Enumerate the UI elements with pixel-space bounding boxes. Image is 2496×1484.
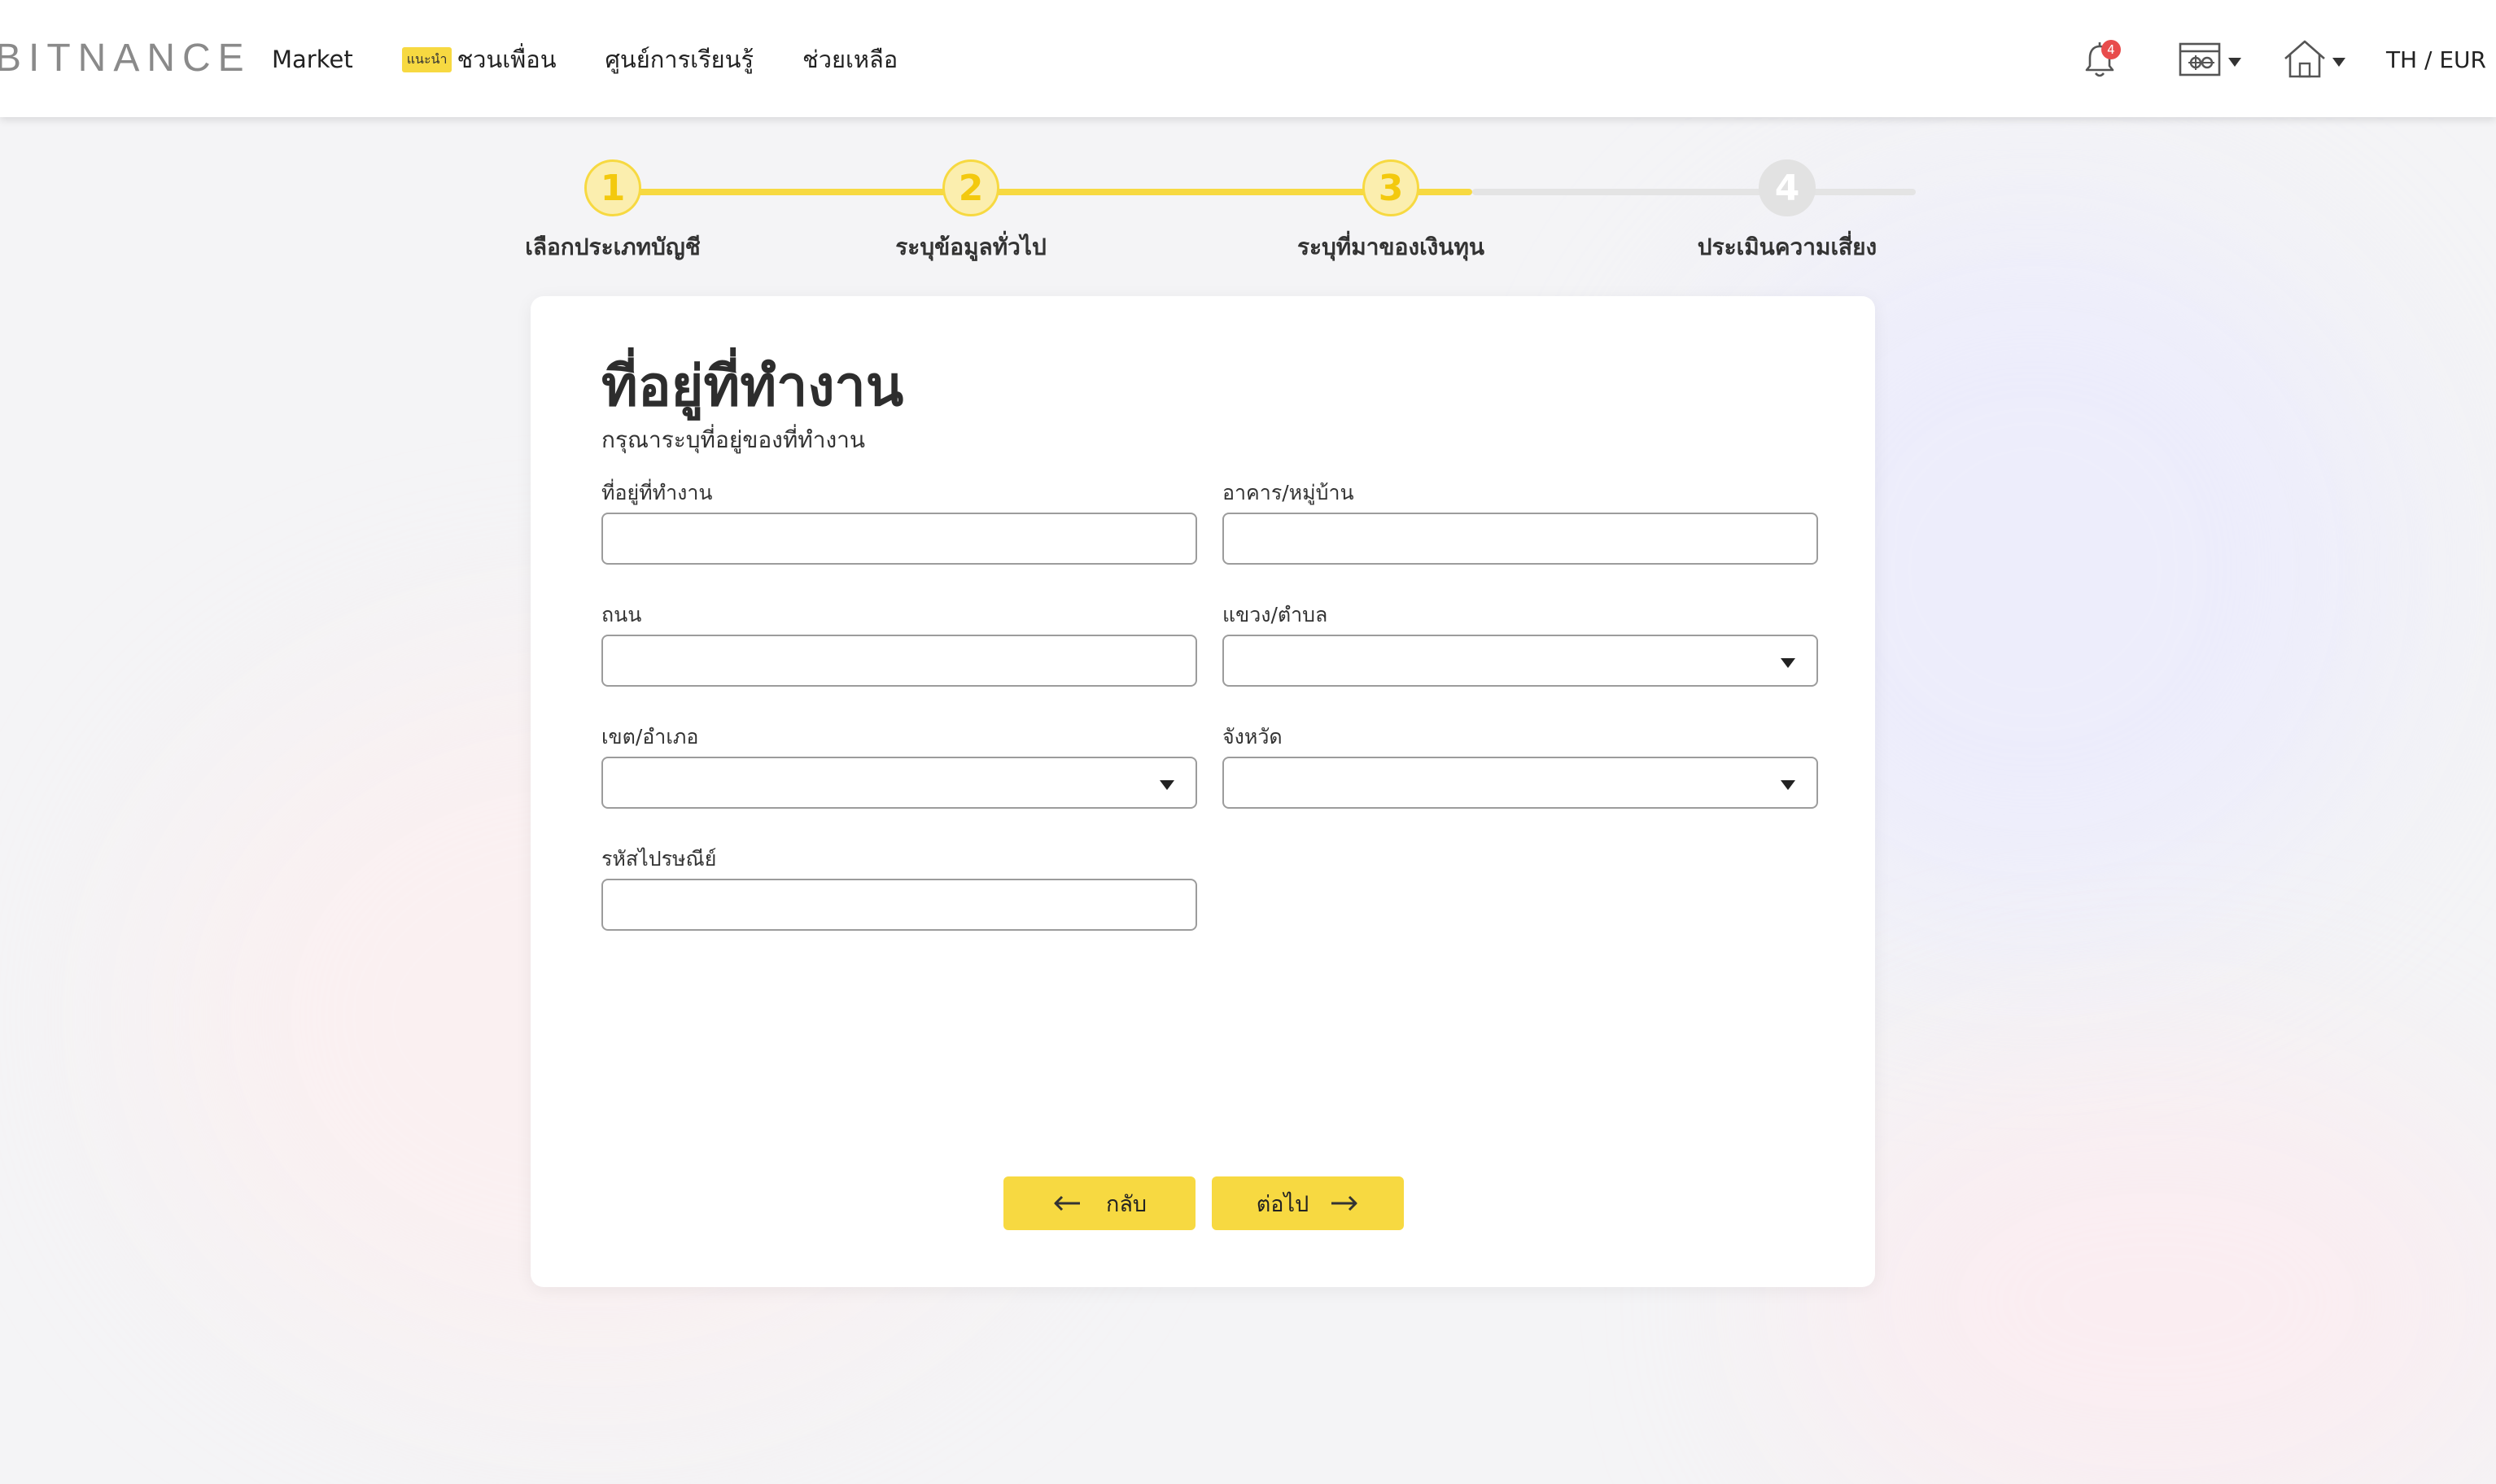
- field-label: เขต/อำเภอ: [601, 725, 699, 749]
- page-subtitle: กรุณาระบุที่อยู่ของที่ทำงาน: [601, 426, 866, 453]
- nav-item-label: Market: [272, 46, 353, 73]
- language-currency-switcher[interactable]: TH / EUR: [2386, 46, 2486, 73]
- nav-item-learning-center[interactable]: ศูนย์การเรียนรู้: [605, 41, 754, 78]
- province-select[interactable]: [1222, 757, 1818, 809]
- work-address-input[interactable]: [601, 513, 1197, 565]
- field-label: รหัสไปรษณีย์: [601, 847, 717, 871]
- nav-item-market[interactable]: Market: [272, 46, 353, 73]
- field-label: ที่อยู่ที่ทำงาน: [601, 481, 713, 504]
- back-button-label: กลับ: [1105, 1191, 1147, 1217]
- step-number: 3: [1362, 159, 1419, 216]
- wallet-menu-button[interactable]: [2178, 39, 2241, 80]
- step-number: 1: [584, 159, 641, 216]
- recommended-badge: แนะนำ: [401, 46, 452, 72]
- header-actions: 4 TH / EUR: [2075, 31, 2496, 88]
- next-button-label: ต่อไป: [1256, 1191, 1309, 1217]
- wallet-icon: [2179, 42, 2221, 76]
- next-button[interactable]: ต่อไป: [1212, 1176, 1404, 1230]
- road-field-group: ถนน: [601, 599, 1197, 687]
- page-title: ที่อยู่ที่ทำงาน: [601, 355, 904, 419]
- step-label: ระบุข้อมูลทั่วไป: [895, 234, 1047, 260]
- stepper-track-pending: [1472, 189, 1916, 195]
- nav-item-invite-friends[interactable]: แนะนำ ชวนเพื่อน: [401, 41, 557, 78]
- background-glow: [1790, 1058, 2496, 1484]
- top-navigation-bar: BITNANCE Market แนะนำ ชวนเพื่อน ศูนย์การ…: [0, 0, 2496, 117]
- main-nav: Market แนะนำ ชวนเพื่อน ศูนย์การเรียนรู้ …: [272, 41, 946, 78]
- work-address-field-group: ที่อยู่ที่ทำงาน: [601, 477, 1197, 565]
- back-button[interactable]: กลับ: [1003, 1176, 1196, 1230]
- step-2: 2 ระบุข้อมูลทั่วไป: [895, 159, 1047, 260]
- arrow-right-icon: [1331, 1195, 1357, 1211]
- subdistrict-field-group: แขวง/ตำบล: [1222, 599, 1818, 687]
- arrow-left-icon: [1054, 1195, 1080, 1211]
- stepper-track-completed: [613, 189, 1472, 195]
- home-icon: [2284, 40, 2325, 78]
- postal-code-field-group: รหัสไปรษณีย์: [601, 843, 1197, 931]
- field-label: จังหวัด: [1222, 725, 1283, 749]
- nav-item-label: ช่วยเหลือ: [802, 46, 898, 73]
- progress-stepper: 1 เลือกประเภทบัญชี 2 ระบุข้อมูลทั่วไป 3 …: [525, 159, 1916, 265]
- step-number: 2: [942, 159, 999, 216]
- district-select[interactable]: [601, 757, 1197, 809]
- province-field-group: จังหวัด: [1222, 721, 1818, 809]
- building-village-field-group: อาคาร/หมู่บ้าน: [1222, 477, 1818, 565]
- chevron-down-icon: [2332, 57, 2345, 67]
- district-field-group: เขต/อำเภอ: [601, 721, 1197, 809]
- caret-down-icon: [1781, 658, 1795, 668]
- step-1: 1 เลือกประเภทบัญชี: [525, 159, 701, 260]
- chevron-down-icon: [2227, 57, 2241, 67]
- caret-down-icon: [1160, 780, 1174, 790]
- step-number: 4: [1759, 159, 1816, 216]
- notification-count-badge: 4: [2100, 40, 2121, 59]
- building-village-input[interactable]: [1222, 513, 1818, 565]
- caret-down-icon: [1781, 780, 1795, 790]
- step-label: เลือกประเภทบัญชี: [525, 234, 701, 260]
- field-label: แขวง/ตำบล: [1222, 603, 1328, 626]
- field-label: ถนน: [601, 603, 642, 626]
- postal-code-input[interactable]: [601, 879, 1197, 931]
- step-label: ระบุที่มาของเงินทุน: [1296, 234, 1485, 260]
- field-label: อาคาร/หมู่บ้าน: [1222, 481, 1354, 504]
- home-menu-button[interactable]: [2282, 37, 2345, 81]
- road-input[interactable]: [601, 635, 1197, 687]
- step-3: 3 ระบุที่มาของเงินทุน: [1297, 159, 1484, 260]
- brand-logo[interactable]: BITNANCE: [0, 36, 251, 81]
- nav-item-label: ศูนย์การเรียนรู้: [605, 46, 754, 73]
- step-label: ประเมินความเสี่ยง: [1697, 234, 1877, 260]
- nav-item-label: ชวนเพื่อน: [457, 46, 557, 73]
- nav-item-help[interactable]: ช่วยเหลือ: [802, 41, 898, 78]
- notifications-button[interactable]: 4: [2075, 35, 2124, 84]
- step-4: 4 ประเมินความเสี่ยง: [1698, 159, 1877, 260]
- work-address-form-card: ที่อยู่ที่ทำงาน กรุณาระบุที่อยู่ของที่ทำ…: [531, 296, 1875, 1287]
- subdistrict-select[interactable]: [1222, 635, 1818, 687]
